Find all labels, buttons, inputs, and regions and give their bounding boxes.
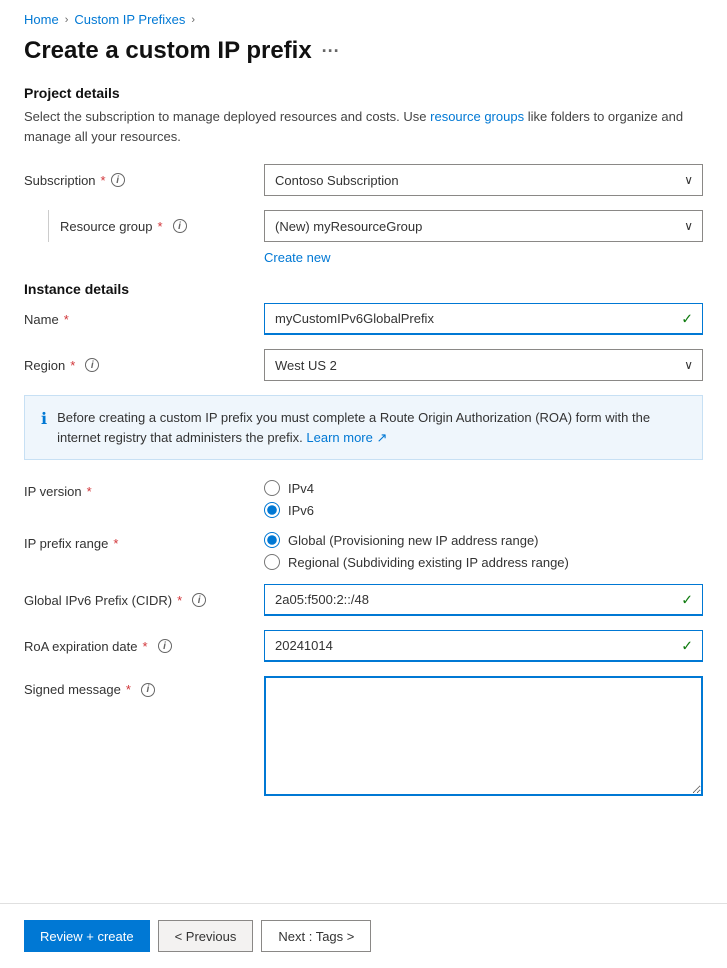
name-required: * <box>64 312 69 327</box>
global-label: Global (Provisioning new IP address rang… <box>288 533 539 548</box>
resource-group-row: Resource group * i (New) myResourceGroup… <box>24 210 703 242</box>
subscription-select[interactable]: Contoso Subscription <box>264 164 703 196</box>
info-banner: ℹ Before creating a custom IP prefix you… <box>24 395 703 460</box>
roa-input-wrapper: ✓ <box>264 630 703 662</box>
info-banner-icon: ℹ <box>41 409 47 429</box>
cidr-info-icon[interactable]: i <box>192 593 206 607</box>
roa-row: RoA expiration date * i ✓ <box>24 630 703 662</box>
name-check-icon: ✓ <box>681 311 693 328</box>
cidr-input[interactable] <box>264 584 703 616</box>
signed-message-label: Signed message * i <box>24 676 264 697</box>
ip-prefix-range-label: IP prefix range * <box>24 532 264 551</box>
create-new-link[interactable]: Create new <box>264 250 330 265</box>
review-create-button[interactable]: Review + create <box>24 920 150 952</box>
page-title-dots[interactable]: ··· <box>322 41 340 62</box>
ip-prefix-range-control: Global (Provisioning new IP address rang… <box>264 532 703 570</box>
resource-group-label: Resource group * i <box>24 210 264 242</box>
ipv4-label: IPv4 <box>288 481 314 496</box>
roa-required: * <box>142 639 147 654</box>
subscription-row: Subscription * i Contoso Subscription ∨ <box>24 164 703 196</box>
footer-buttons: Review + create < Previous Next : Tags > <box>0 903 727 968</box>
next-button[interactable]: Next : Tags > <box>261 920 371 952</box>
regional-radio[interactable] <box>264 554 280 570</box>
roa-label: RoA expiration date * i <box>24 639 264 654</box>
ip-prefix-range-required: * <box>113 536 118 551</box>
region-control: West US 2 ∨ <box>264 349 703 381</box>
subscription-select-wrapper: Contoso Subscription ∨ <box>264 164 703 196</box>
region-select[interactable]: West US 2 <box>264 349 703 381</box>
ipv4-radio-item[interactable]: IPv4 <box>264 480 703 496</box>
name-label: Name * <box>24 312 264 327</box>
regional-label: Regional (Subdividing existing IP addres… <box>288 555 569 570</box>
ip-version-radio-group: IPv4 IPv6 <box>264 480 703 518</box>
ipv6-label: IPv6 <box>288 503 314 518</box>
global-radio-item[interactable]: Global (Provisioning new IP address rang… <box>264 532 703 548</box>
region-info-icon[interactable]: i <box>85 358 99 372</box>
name-input[interactable] <box>264 303 703 335</box>
region-label: Region * i <box>24 358 264 373</box>
roa-info-icon[interactable]: i <box>158 639 172 653</box>
subscription-info-icon[interactable]: i <box>111 173 125 187</box>
ipv6-radio-item[interactable]: IPv6 <box>264 502 703 518</box>
cidr-check-icon: ✓ <box>681 592 693 609</box>
ip-prefix-range-row: IP prefix range * Global (Provisioning n… <box>24 532 703 570</box>
ipv4-radio[interactable] <box>264 480 280 496</box>
ip-version-row: IP version * IPv4 IPv6 <box>24 480 703 518</box>
name-input-wrapper: ✓ <box>264 303 703 335</box>
ip-version-required: * <box>87 484 92 499</box>
cidr-row: Global IPv6 Prefix (CIDR) * i ✓ <box>24 584 703 616</box>
region-row: Region * i West US 2 ∨ <box>24 349 703 381</box>
breadcrumb-sep-2: › <box>191 14 195 26</box>
breadcrumb: Home › Custom IP Prefixes › <box>24 12 703 27</box>
resource-group-control: (New) myResourceGroup ∨ <box>264 210 703 242</box>
project-details-desc: Select the subscription to manage deploy… <box>24 107 703 146</box>
previous-button[interactable]: < Previous <box>158 920 254 952</box>
roa-control: ✓ <box>264 630 703 662</box>
project-details-title: Project details <box>24 85 703 101</box>
resource-groups-link[interactable]: resource groups <box>430 109 524 124</box>
resource-group-info-icon[interactable]: i <box>173 219 187 233</box>
regional-radio-item[interactable]: Regional (Subdividing existing IP addres… <box>264 554 703 570</box>
name-control: ✓ <box>264 303 703 335</box>
cidr-label: Global IPv6 Prefix (CIDR) * i <box>24 593 264 608</box>
resource-group-required: * <box>158 219 163 234</box>
global-radio[interactable] <box>264 532 280 548</box>
breadcrumb-custom-ip[interactable]: Custom IP Prefixes <box>74 12 185 27</box>
roa-input[interactable] <box>264 630 703 662</box>
breadcrumb-home[interactable]: Home <box>24 12 59 27</box>
subscription-control: Contoso Subscription ∨ <box>264 164 703 196</box>
info-banner-text: Before creating a custom IP prefix you m… <box>57 408 686 447</box>
cidr-input-wrapper: ✓ <box>264 584 703 616</box>
ipv6-radio[interactable] <box>264 502 280 518</box>
region-required: * <box>70 358 75 373</box>
signed-message-control <box>264 676 703 799</box>
signed-message-textarea[interactable] <box>264 676 703 796</box>
resource-group-select-wrapper: (New) myResourceGroup ∨ <box>264 210 703 242</box>
ip-version-control: IPv4 IPv6 <box>264 480 703 518</box>
page-title: Create a custom IP prefix <box>24 37 312 65</box>
name-row: Name * ✓ <box>24 303 703 335</box>
signed-message-info-icon[interactable]: i <box>141 683 155 697</box>
subscription-required: * <box>101 173 106 188</box>
ip-prefix-range-radio-group: Global (Provisioning new IP address rang… <box>264 532 703 570</box>
instance-details-section: Instance details Name * ✓ Region * i <box>24 281 703 381</box>
learn-more-link[interactable]: Learn more ↗ <box>306 430 387 445</box>
signed-message-row: Signed message * i <box>24 676 703 799</box>
instance-details-title: Instance details <box>24 281 703 297</box>
signed-message-required: * <box>126 682 131 697</box>
project-details-section: Project details Select the subscription … <box>24 85 703 265</box>
page-title-container: Create a custom IP prefix ··· <box>24 37 703 65</box>
roa-check-icon: ✓ <box>681 638 693 655</box>
ip-version-label: IP version * <box>24 480 264 499</box>
breadcrumb-sep-1: › <box>65 14 69 26</box>
resource-group-select[interactable]: (New) myResourceGroup <box>264 210 703 242</box>
cidr-required: * <box>177 593 182 608</box>
region-select-wrapper: West US 2 ∨ <box>264 349 703 381</box>
subscription-label: Subscription * i <box>24 173 264 188</box>
cidr-control: ✓ <box>264 584 703 616</box>
